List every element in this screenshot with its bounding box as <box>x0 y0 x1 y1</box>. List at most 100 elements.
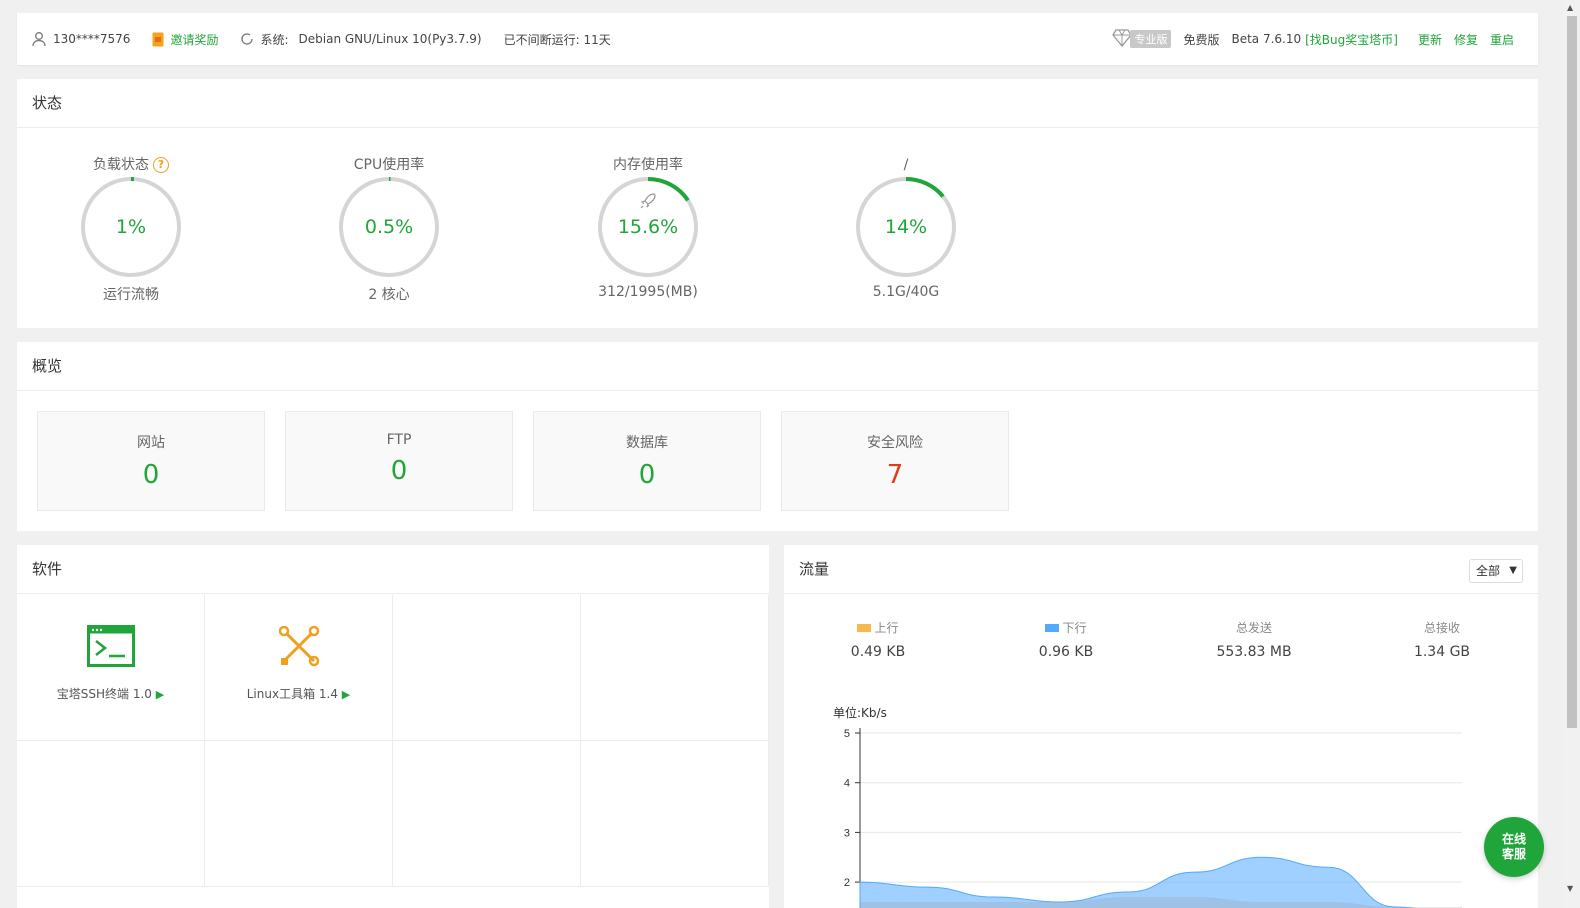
status-panel: 状态 负载状态? 1% 运行流畅 CPU使用率 0.5% 2 核心 内存使用率 … <box>17 79 1538 328</box>
legend-swatch-up <box>857 623 872 632</box>
tools-icon <box>205 625 392 669</box>
card-value[interactable]: 0 <box>534 460 760 490</box>
traffic-title: 流量 <box>784 545 1538 594</box>
scroll-up-arrow[interactable]: ▲ <box>1567 3 1573 12</box>
software-slot-empty <box>17 741 205 887</box>
card-value[interactable]: 7 <box>782 460 1008 490</box>
overview-card-security-risk[interactable]: 安全风险 7 <box>781 411 1009 511</box>
traffic-stat-total-received: 总接收 1.34 GB <box>1352 619 1532 660</box>
scrollbar-thumb[interactable] <box>1567 16 1577 728</box>
traffic-panel: 流量 全部 ▼ 上行 0.49 KB 下行 0.96 KB 总发送 553.83… <box>784 545 1538 908</box>
user-name: 130****7576 <box>53 32 131 46</box>
software-panel: 软件 宝塔SSH终端 1.0 ▶ Linux工具箱 1.4 ▶ <box>17 545 769 908</box>
gauge-ring: 14% <box>854 175 958 279</box>
traffic-stat-total-sent: 总发送 553.83 MB <box>1164 619 1344 660</box>
user-info[interactable]: 130****7576 <box>31 31 130 47</box>
gauge-subtitle: 312/1995(MB) <box>598 284 698 300</box>
stat-label: 总接收 <box>1423 621 1460 635</box>
traffic-stat-down: 下行 0.96 KB <box>976 619 1156 660</box>
software-name-text: Linux工具箱 1.4 <box>246 687 338 701</box>
traffic-chart[interactable]: 5 4 3 2 <box>784 715 1538 908</box>
traffic-interface-select[interactable]: 全部 ▼ <box>1469 559 1523 583</box>
stat-value: 1.34 GB <box>1413 644 1471 660</box>
gauge-subtitle: 运行流畅 <box>103 287 159 303</box>
chevron-down-icon: ▼ <box>1509 565 1517 576</box>
card-value[interactable]: 0 <box>286 456 512 486</box>
stat-value: 0.96 KB <box>1038 644 1094 660</box>
overview-title: 概览 <box>17 342 1538 391</box>
gauge-title: 负载状态? <box>61 155 201 175</box>
stat-label: 上行 <box>788 619 968 636</box>
traffic-stat-up: 上行 0.49 KB <box>788 619 968 660</box>
software-slot-empty <box>581 741 769 887</box>
terminal-icon <box>17 625 204 669</box>
gauge-ring: 0.5% <box>337 175 441 279</box>
help-icon[interactable]: ? <box>153 157 169 173</box>
gauge-title: 内存使用率 <box>613 157 683 173</box>
gauge-value: 15.6% <box>617 216 679 238</box>
card-label: 安全风险 <box>867 435 923 451</box>
diamond-icon <box>1112 28 1133 50</box>
play-icon[interactable]: ▶ <box>156 688 164 701</box>
card-label: 数据库 <box>626 435 668 451</box>
update-link[interactable]: 更新 <box>1418 31 1442 48</box>
overview-card-ftp[interactable]: FTP 0 <box>285 411 513 511</box>
system-value: Debian GNU/Linux 10(Py3.7.9) <box>298 32 482 46</box>
gift-icon <box>152 32 164 47</box>
gauge-title: / <box>903 157 909 173</box>
repair-link[interactable]: 修复 <box>1454 31 1478 48</box>
overview-card-sites[interactable]: 网站 0 <box>37 411 265 511</box>
system-label: 系统: <box>260 32 289 47</box>
software-item-ssh[interactable]: 宝塔SSH终端 1.0 ▶ <box>17 595 205 741</box>
uptime: 已不间断运行: 11天 <box>503 32 611 47</box>
gauge-memory[interactable]: 内存使用率 15.6% 312/1995(MB) <box>578 155 718 300</box>
software-slot-empty <box>581 595 769 741</box>
online-support-button[interactable]: 在线 客服 <box>1484 817 1544 877</box>
restart-link[interactable]: 重启 <box>1490 31 1514 48</box>
gauge-value: 1% <box>115 216 147 238</box>
gauge-value: 0.5% <box>364 216 414 238</box>
gauge-subtitle: 2 核心 <box>368 287 410 303</box>
gauge-ring: 1% <box>79 175 183 279</box>
card-value[interactable]: 0 <box>38 460 264 490</box>
y-tick-label: 4 <box>844 778 850 790</box>
pro-edition[interactable]: 专业版 <box>1112 28 1172 50</box>
y-tick-label: 2 <box>844 877 850 889</box>
stat-label-text: 下行 <box>1062 621 1087 635</box>
software-slot-empty <box>393 595 581 741</box>
user-icon <box>31 31 47 47</box>
stat-label-text: 上行 <box>874 621 899 635</box>
gauge-title: CPU使用率 <box>353 157 425 173</box>
software-slot-empty <box>205 741 393 887</box>
play-icon[interactable]: ▶ <box>342 688 350 701</box>
edition-label: 免费版 <box>1183 32 1220 47</box>
overview-card-database[interactable]: 数据库 0 <box>533 411 761 511</box>
software-slot-empty <box>393 741 581 887</box>
gauge-cpu[interactable]: CPU使用率 0.5% 2 核心 <box>319 155 459 304</box>
refresh-icon <box>240 32 254 46</box>
software-grid: 宝塔SSH终端 1.0 ▶ Linux工具箱 1.4 ▶ <box>17 595 769 908</box>
gauge-title-text: 负载状态 <box>93 157 149 173</box>
page-scrollbar[interactable]: ▲ ▼ <box>1563 0 1580 908</box>
y-tick-label: 5 <box>844 728 850 740</box>
invite-link[interactable]: 邀请奖励 <box>152 31 218 48</box>
scroll-down-arrow[interactable]: ▼ <box>1567 884 1573 893</box>
stat-value: 553.83 MB <box>1216 644 1292 660</box>
select-value: 全部 <box>1476 564 1501 578</box>
bug-bounty-link[interactable]: [找Bug奖宝塔币] <box>1305 31 1398 48</box>
chat-line2: 客服 <box>1501 847 1526 861</box>
software-name: 宝塔SSH终端 1.0 ▶ <box>17 685 204 702</box>
gauge-load[interactable]: 负载状态? 1% 运行流畅 <box>61 155 201 304</box>
stat-label: 下行 <box>976 619 1156 636</box>
software-item-linux-tools[interactable]: Linux工具箱 1.4 ▶ <box>205 595 393 741</box>
gauge-disk[interactable]: / 14% 5.1G/40G <box>836 155 976 300</box>
version-label: Beta 7.6.10 <box>1231 32 1302 46</box>
y-tick-label: 3 <box>844 827 850 839</box>
topbar-right: 专业版 免费版 Beta 7.6.10 [找Bug奖宝塔币] 更新 修复 重启 <box>1112 28 1524 50</box>
card-label: 网站 <box>137 435 165 451</box>
stat-label: 总发送 <box>1235 621 1272 635</box>
top-bar: 130****7576 邀请奖励 系统: Debian GNU/Linux 10… <box>17 13 1538 65</box>
gauge-subtitle: 5.1G/40G <box>872 284 940 300</box>
software-title: 软件 <box>17 545 769 594</box>
legend-swatch-down <box>1045 623 1060 632</box>
